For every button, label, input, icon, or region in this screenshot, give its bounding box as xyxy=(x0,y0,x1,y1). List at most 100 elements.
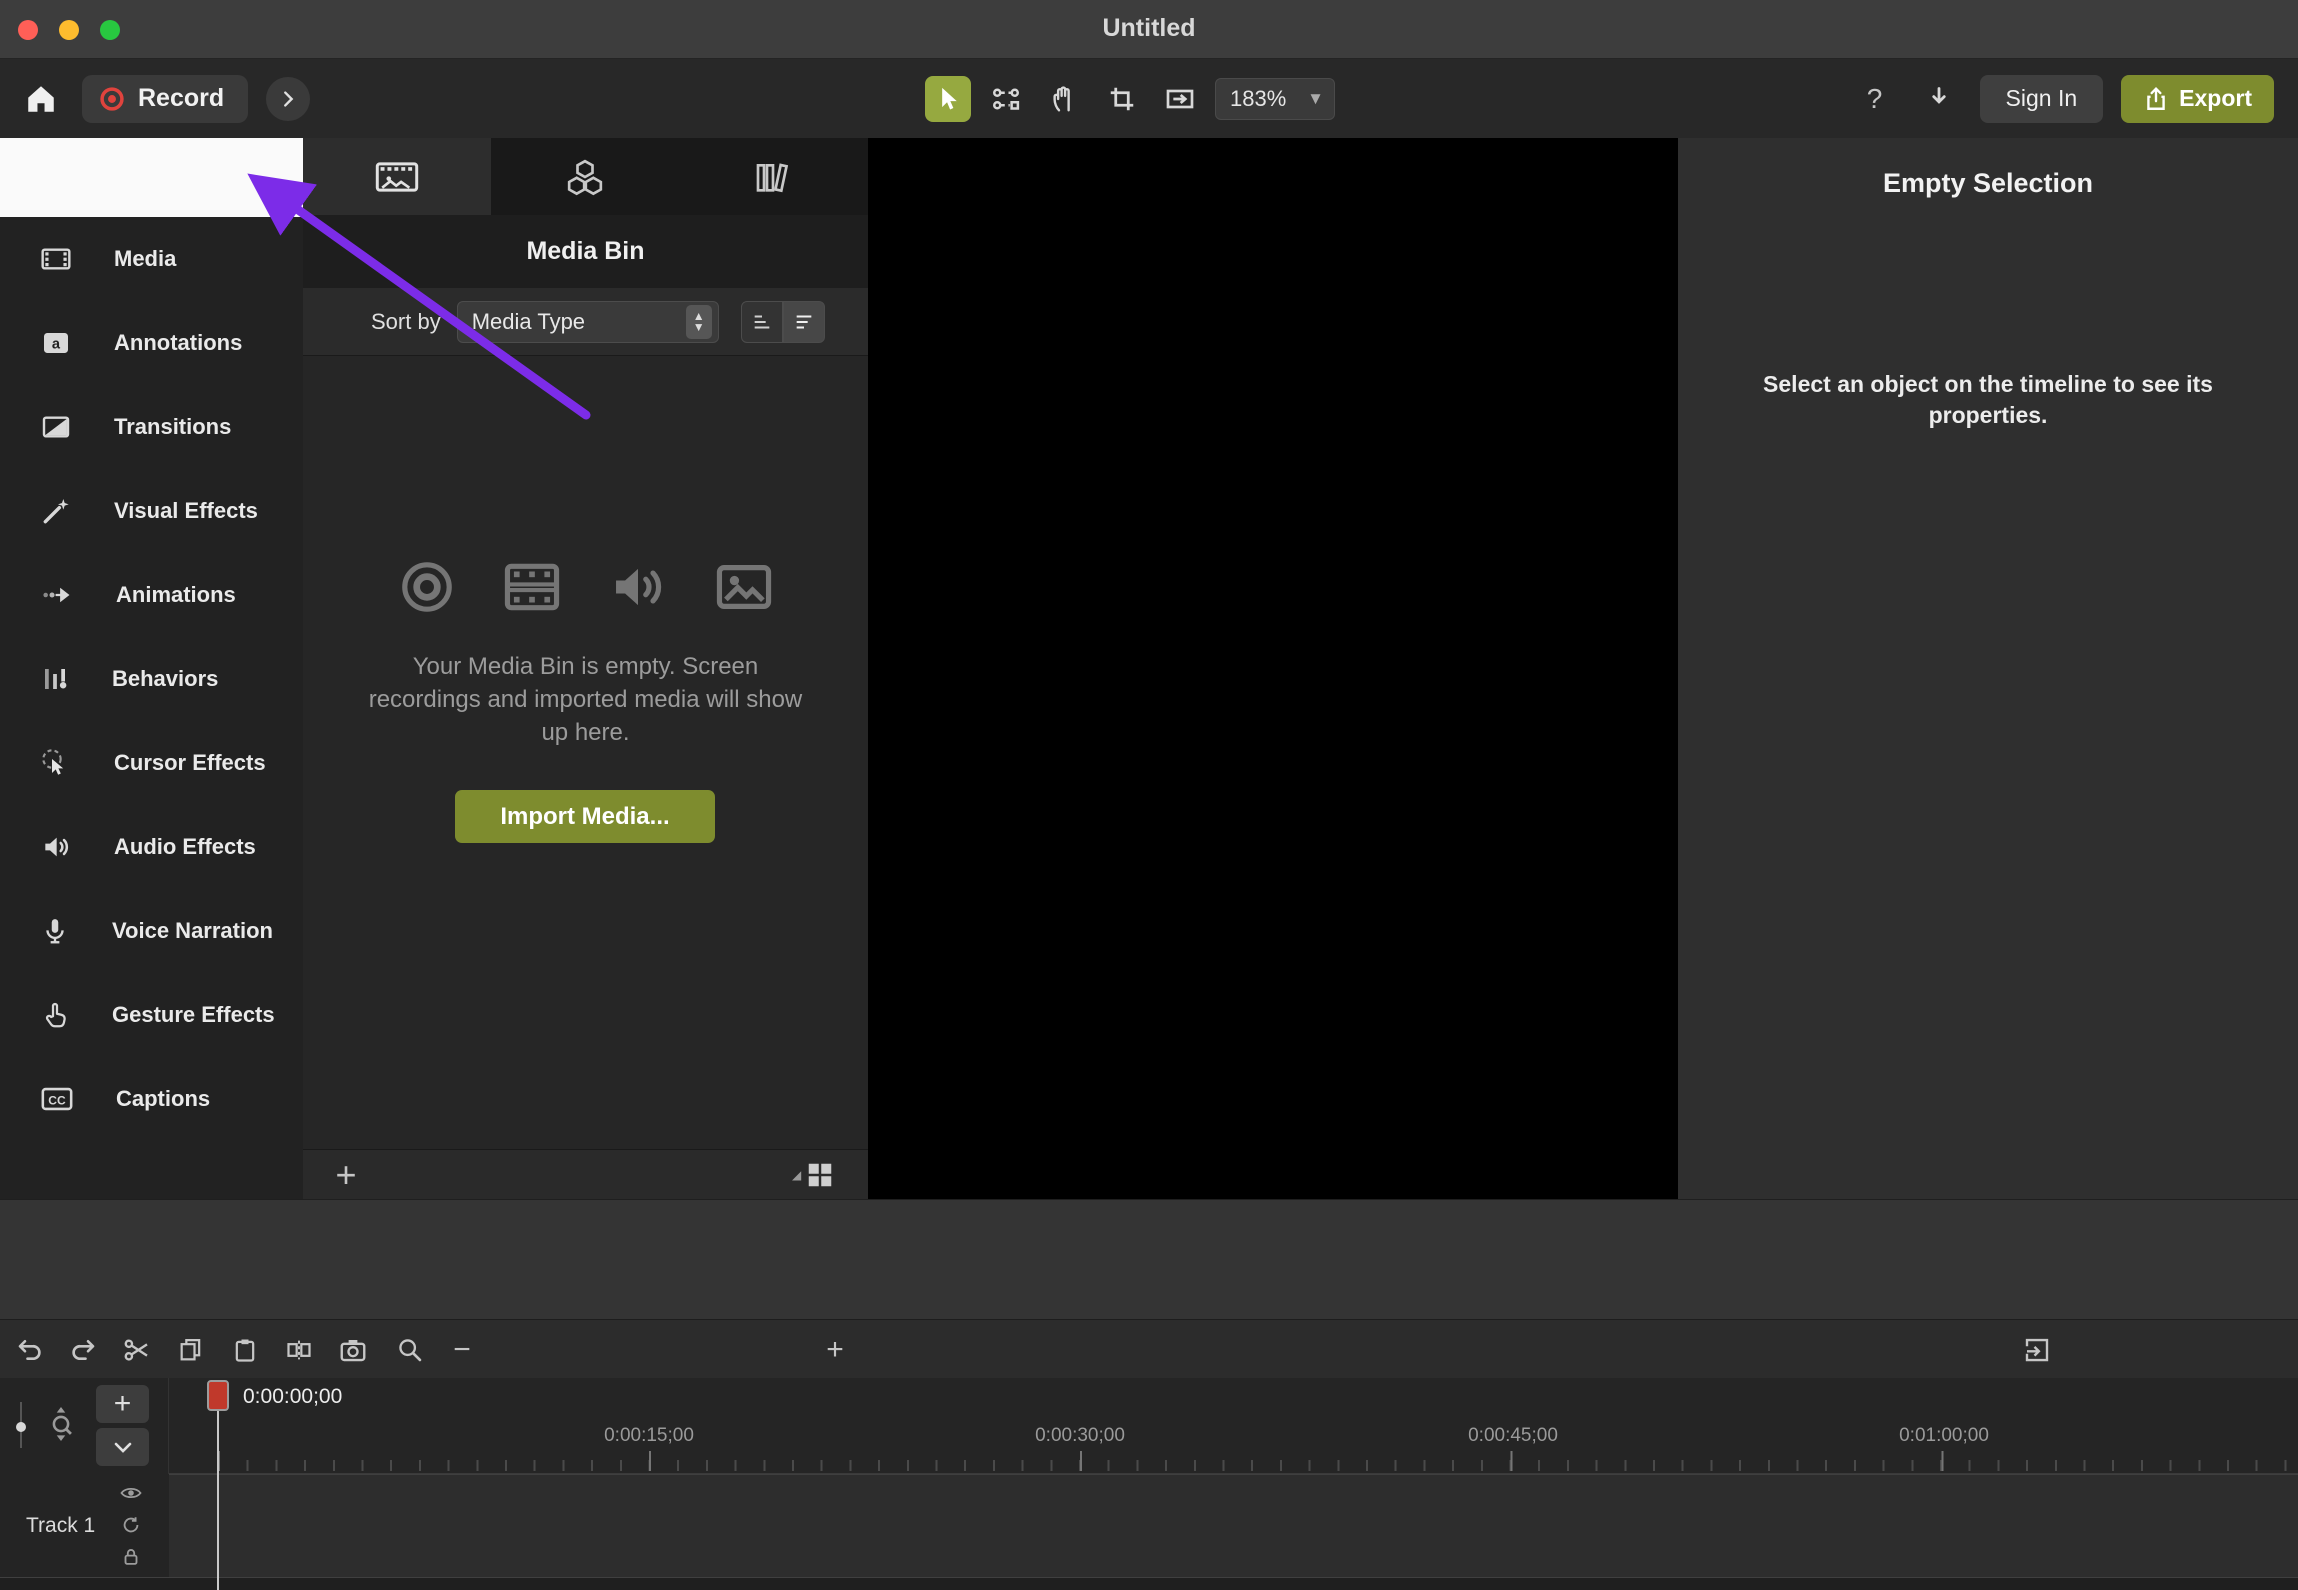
playhead-time-label: 0:00:00;00 xyxy=(243,1385,342,1409)
home-button[interactable] xyxy=(18,76,64,122)
expand-icon xyxy=(2022,1335,2052,1365)
image-icon xyxy=(712,556,776,618)
plus-icon: + xyxy=(335,1157,356,1193)
sidebar-item-visual-effects[interactable]: Visual Effects xyxy=(0,469,303,553)
copy-button[interactable] xyxy=(169,1320,213,1379)
crop-icon xyxy=(1107,84,1137,114)
sidebar-item-animations[interactable]: Animations xyxy=(0,553,303,637)
edit-points-icon xyxy=(991,84,1021,114)
download-button[interactable] xyxy=(1916,76,1962,122)
pan-tool-button[interactable] xyxy=(1041,76,1087,122)
canvas-zoom-dropdown[interactable]: 183% ▼ xyxy=(1215,78,1335,120)
empty-bin-icons xyxy=(303,556,868,618)
sort-ascending-icon xyxy=(751,311,773,333)
sidebar-label: Transitions xyxy=(114,414,231,440)
export-label: Export xyxy=(2179,85,2252,112)
sort-type-dropdown[interactable]: Media Type ▲▼ xyxy=(457,301,719,343)
properties-panel-message: Select an object on the timeline to see … xyxy=(1728,369,2248,431)
edit-points-tool-button[interactable] xyxy=(983,76,1029,122)
svg-text:a: a xyxy=(52,337,61,353)
track-loop-button[interactable] xyxy=(118,1512,144,1538)
sidebar-label: Annotations xyxy=(114,330,242,356)
sidebar-item-cursor-effects[interactable]: Cursor Effects xyxy=(0,721,303,805)
import-media-button[interactable]: Import Media... xyxy=(455,790,715,843)
sidebar-item-gesture-effects[interactable]: Gesture Effects xyxy=(0,973,303,1057)
cursor-icon xyxy=(934,85,962,113)
timeline-ruler[interactable]: 0:00:15;00 0:00:30;00 0:00:45;00 0:01:00… xyxy=(0,1378,2298,1474)
ruler-label: 0:00:30;00 xyxy=(1035,1425,1125,1447)
chevron-down-icon: ▼ xyxy=(1307,89,1324,109)
sidebar-label: Captions xyxy=(116,1086,210,1112)
sidebar-item-behaviors[interactable]: Behaviors xyxy=(0,637,303,721)
cubes-icon xyxy=(563,157,607,197)
track-1-lane[interactable] xyxy=(169,1474,2298,1578)
tab-media-bin[interactable] xyxy=(303,138,491,215)
track-visibility-button[interactable] xyxy=(118,1480,144,1506)
split-button[interactable] xyxy=(277,1320,321,1379)
media-bin-tab-icon xyxy=(374,157,420,197)
zoom-in-button[interactable]: + xyxy=(813,1320,857,1379)
sort-descending-button[interactable] xyxy=(783,301,825,343)
paste-button[interactable] xyxy=(223,1320,267,1379)
scissors-icon xyxy=(122,1335,152,1365)
captions-icon: CC xyxy=(40,1082,74,1116)
gutter-slider-handle[interactable] xyxy=(16,1422,26,1432)
grid-view-icon xyxy=(805,1160,835,1190)
hand-icon xyxy=(1049,84,1079,114)
help-button[interactable]: ? xyxy=(1852,76,1898,122)
sign-in-label: Sign In xyxy=(2006,85,2078,112)
timeline-toolbar: − + xyxy=(0,1319,2298,1378)
record-icon xyxy=(98,85,126,113)
media-bin-panel: Media Bin Sort by Media Type ▲▼ xyxy=(303,138,868,1199)
tab-library[interactable] xyxy=(679,138,867,215)
sidebar-item-voice-narration[interactable]: Voice Narration xyxy=(0,889,303,973)
import-media-label: Import Media... xyxy=(500,803,669,831)
export-button[interactable]: Export xyxy=(2121,75,2274,123)
add-media-button[interactable]: + xyxy=(323,1152,369,1198)
tab-components[interactable] xyxy=(491,138,679,215)
sidebar-label: Animations xyxy=(116,582,236,608)
sort-ascending-button[interactable] xyxy=(741,301,783,343)
fit-canvas-tool-button[interactable] xyxy=(1157,76,1203,122)
paste-icon xyxy=(231,1336,259,1364)
playhead-handle[interactable] xyxy=(207,1380,229,1411)
redo-button[interactable] xyxy=(61,1320,105,1379)
track-lock-button[interactable] xyxy=(118,1544,144,1570)
add-track-button[interactable]: + xyxy=(96,1385,149,1423)
zoom-out-button[interactable]: − xyxy=(440,1320,484,1379)
sidebar-label: Visual Effects xyxy=(114,498,258,524)
split-icon xyxy=(285,1336,313,1364)
sign-in-button[interactable]: Sign In xyxy=(1980,75,2104,123)
chevron-down-icon xyxy=(111,1435,135,1459)
sidebar-item-audio-effects[interactable]: Audio Effects xyxy=(0,805,303,889)
crop-tool-button[interactable] xyxy=(1099,76,1145,122)
detach-timeline-button[interactable] xyxy=(2015,1320,2059,1379)
sidebar-item-captions[interactable]: CC Captions xyxy=(0,1057,303,1141)
camera-icon xyxy=(338,1335,368,1365)
sort-descending-icon xyxy=(793,311,815,333)
media-bin-bottom-bar: + ◢ xyxy=(303,1149,868,1199)
track-height-widget[interactable] xyxy=(44,1404,78,1449)
record-button[interactable]: Record xyxy=(82,75,248,123)
properties-panel-title: Empty Selection xyxy=(1678,168,2298,199)
sidebar-item-transitions[interactable]: Transitions xyxy=(0,385,303,469)
sidebar-item-media[interactable]: Media xyxy=(0,217,303,301)
cut-button[interactable] xyxy=(115,1320,159,1379)
resize-triangle-icon: ◢ xyxy=(792,1168,801,1182)
preview-canvas[interactable] xyxy=(868,138,1678,1199)
screenshot-button[interactable] xyxy=(331,1320,375,1379)
collapse-tracks-button[interactable] xyxy=(96,1428,149,1466)
cursor-fx-icon xyxy=(40,747,72,779)
tools-sidebar: Media a Annotations Transitions Visual E… xyxy=(0,138,303,1199)
sidebar-item-annotations[interactable]: a Annotations xyxy=(0,301,303,385)
expand-record-options-button[interactable] xyxy=(266,77,310,121)
view-mode-toggle-button[interactable]: ◢ xyxy=(792,1156,848,1194)
timeline-zoom-button[interactable] xyxy=(388,1320,432,1379)
select-tool-button[interactable] xyxy=(925,76,971,122)
playhead-line[interactable] xyxy=(217,1408,219,1590)
fit-canvas-icon xyxy=(1164,83,1196,115)
undo-button[interactable] xyxy=(8,1320,52,1379)
main-toolbar: Record xyxy=(0,59,2298,138)
sidebar-label: Gesture Effects xyxy=(112,1002,275,1028)
redo-icon xyxy=(68,1335,98,1365)
